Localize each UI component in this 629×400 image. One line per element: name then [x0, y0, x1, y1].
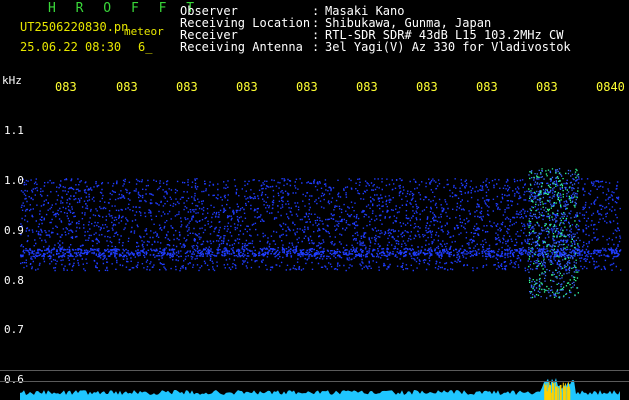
y-tick-label: 1.1	[4, 124, 24, 137]
y-tick-label: 0.9	[4, 224, 24, 237]
x-tick-label: 083	[55, 80, 77, 94]
y-tick-label: 0.7	[4, 323, 24, 336]
hrofft-logo: H R O F F T	[48, 1, 201, 16]
x-tick-label: 083	[536, 80, 558, 94]
grid-line	[0, 381, 629, 382]
x-tick-label: 0840	[596, 80, 625, 94]
y-tick-label: 0.6	[4, 373, 24, 386]
x-tick-label: 083	[236, 80, 258, 94]
y-tick-label: 0.8	[4, 274, 24, 287]
meteor-count: 6_	[138, 40, 153, 54]
meteor-label: meteor	[124, 25, 164, 38]
x-tick-label: 083	[416, 80, 438, 94]
date-time: 25.06.22 08:30	[20, 40, 122, 54]
noise-band	[20, 178, 622, 272]
antenna-label: Receiving Antenna	[180, 40, 303, 54]
spectrogram-canvas	[20, 168, 622, 400]
colon-separator: :	[312, 40, 320, 54]
x-tick-label: 083	[296, 80, 318, 94]
grid-line	[0, 370, 629, 371]
x-tick-label: 083	[116, 80, 138, 94]
y-tick-label: 1.0	[4, 174, 24, 187]
file-name: UT2506220830.pn	[20, 20, 129, 34]
axis-unit-label: kHz	[2, 74, 22, 87]
station-info-antenna: Receiving Antenna:3el Yagi(V) Az 330 for…	[180, 40, 571, 54]
x-tick-label: 083	[356, 80, 378, 94]
antenna-value: 3el Yagi(V) Az 330 for Vladivostok	[325, 40, 571, 54]
x-tick-label: 083	[176, 80, 198, 94]
x-tick-label: 083	[476, 80, 498, 94]
